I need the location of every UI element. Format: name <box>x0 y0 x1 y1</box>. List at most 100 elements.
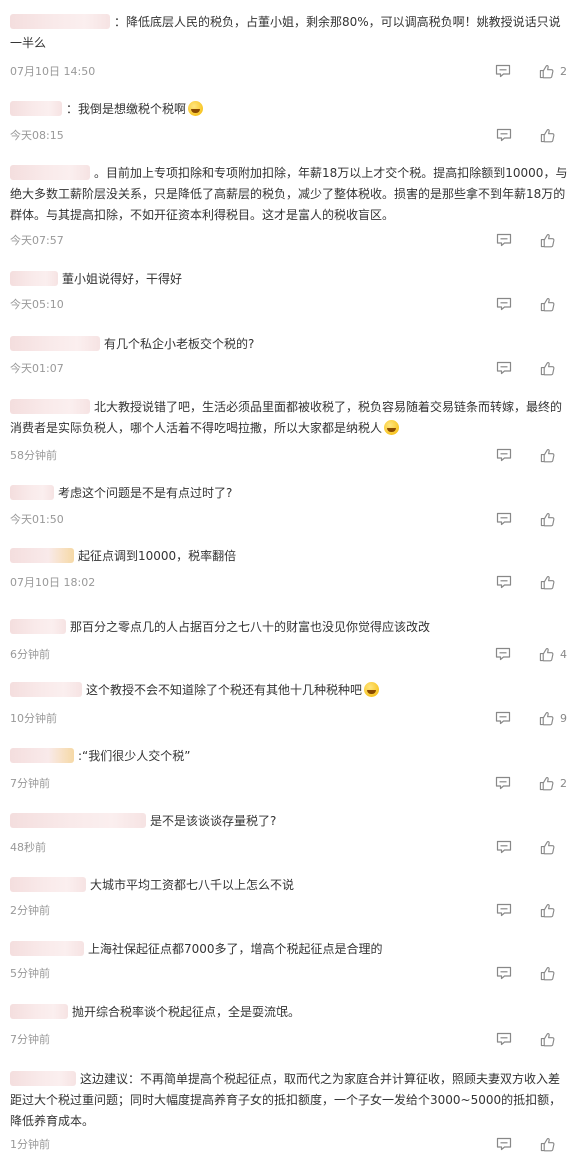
thumbs-up-icon <box>540 840 555 855</box>
comment-time: 10分钟前 <box>10 712 57 725</box>
comment-body: 北大教授说错了吧，生活必须品里面都被收税了，税负容易随着交易链条而转嫁，最终的消… <box>10 400 563 435</box>
comment-body: 上海社保起征点都7000多了，增高个税起征点是合理的 <box>88 942 383 956</box>
comment-time: 48秒前 <box>10 841 46 854</box>
like-button[interactable]: 2 <box>539 776 567 791</box>
comment-actions <box>496 359 567 377</box>
username-blurred[interactable] <box>10 941 84 956</box>
comment-reply-icon[interactable] <box>495 64 511 78</box>
comment-time: 今天01:50 <box>10 513 64 526</box>
like-button[interactable] <box>540 512 567 527</box>
comment-actions <box>496 964 567 982</box>
comment-reply-icon[interactable] <box>495 711 511 725</box>
comment-reply-icon[interactable] <box>496 448 512 462</box>
username-blurred[interactable] <box>10 619 66 634</box>
thumbs-up-icon <box>540 233 555 248</box>
thumbs-up-icon <box>540 575 555 590</box>
username-blurred[interactable] <box>10 682 82 697</box>
username-blurred[interactable] <box>10 165 90 180</box>
comment-time: 7分钟前 <box>10 1033 50 1046</box>
comment-time: 07月10日 18:02 <box>10 576 96 589</box>
comment-time: 58分钟前 <box>10 449 57 462</box>
like-count: 2 <box>560 64 567 78</box>
comment-body: 这边建议：不再简单提高个税起征点，取而代之为家庭合并计算征收，照顾夫妻双方收入差… <box>10 1072 562 1128</box>
comment-text: :“我们很少人交个税” <box>10 746 568 767</box>
username-blurred[interactable] <box>10 271 58 286</box>
comment-body: 。目前加上专项扣除和专项附加扣除，年薪18万以上才交个税。提高扣除额到10000… <box>10 166 568 222</box>
like-button[interactable] <box>540 575 567 590</box>
comment-text: 。目前加上专项扣除和专项附加扣除，年薪18万以上才交个税。提高扣除额到10000… <box>10 163 568 226</box>
comment-body: 这个教授不会不知道除了个税还有其他十几种税种吧 <box>86 683 363 697</box>
comment-reply-icon[interactable] <box>496 361 512 375</box>
like-button[interactable] <box>540 966 567 981</box>
thumbs-up-icon <box>540 128 555 143</box>
comment-body: 有几个私企小老板交个税的? <box>104 337 255 351</box>
comment-body: 那百分之零点几的人占据百分之七八十的财富也没见你觉得应该改改 <box>70 620 431 634</box>
like-button[interactable] <box>540 297 567 312</box>
comment-time: 07月10日 14:50 <box>10 65 96 78</box>
comment-reply-icon[interactable] <box>496 840 512 854</box>
comment-actions: 4 <box>495 645 567 663</box>
username-blurred[interactable] <box>10 336 100 351</box>
comment-actions: 2 <box>495 62 567 80</box>
comment-text: 是不是该谈谈存量税了? <box>10 811 568 832</box>
comment-reply-icon[interactable] <box>496 1032 512 1046</box>
comment-reply-icon[interactable] <box>496 297 512 311</box>
comment-reply-icon[interactable] <box>496 575 512 589</box>
username-blurred[interactable] <box>10 101 62 116</box>
comment-actions <box>496 295 567 313</box>
comment-text: 考虑这个问题是不是有点过时了? <box>10 483 568 504</box>
like-button[interactable]: 2 <box>539 64 567 79</box>
thumbs-up-icon <box>539 776 554 791</box>
comment-time: 今天05:10 <box>10 298 64 311</box>
comment-actions: 2 <box>495 774 567 792</box>
comment-body: 大城市平均工资都七八千以上怎么不说 <box>90 878 295 892</box>
like-button[interactable]: 4 <box>539 647 567 662</box>
thumbs-up-icon <box>540 1137 555 1152</box>
comment-text: 这个教授不会不知道除了个税还有其他十几种税种吧 <box>10 680 568 701</box>
comment-reply-icon[interactable] <box>495 776 511 790</box>
username-blurred[interactable] <box>10 485 54 500</box>
comment-time: 今天08:15 <box>10 129 64 142</box>
like-button[interactable] <box>540 448 567 463</box>
comment-reply-icon[interactable] <box>496 966 512 980</box>
username-blurred[interactable] <box>10 14 110 29</box>
comment-text: ：降低底层人民的税负，占董小姐，剩余那80%，可以调高税负啊！姚教授说话只说一半… <box>10 12 568 54</box>
username-blurred[interactable] <box>10 877 86 892</box>
like-button[interactable]: 9 <box>539 711 567 726</box>
like-button[interactable] <box>540 233 567 248</box>
comment-time: 今天07:57 <box>10 234 64 247</box>
comment-text: 董小姐说得好，干得好 <box>10 269 568 290</box>
thumbs-up-icon <box>540 297 555 312</box>
like-button[interactable] <box>540 361 567 376</box>
comment-reply-icon[interactable] <box>496 1137 512 1151</box>
comment-actions <box>496 901 567 919</box>
emoji-icon <box>188 101 204 116</box>
username-blurred[interactable] <box>10 548 74 563</box>
comment-reply-icon[interactable] <box>495 647 511 661</box>
username-blurred[interactable] <box>10 1004 68 1019</box>
username-blurred[interactable] <box>10 399 90 414</box>
comment-reply-icon[interactable] <box>496 233 512 247</box>
comment-reply-icon[interactable] <box>496 128 512 142</box>
username-blurred[interactable] <box>10 1071 76 1086</box>
comment-text: 上海社保起征点都7000多了，增高个税起征点是合理的 <box>10 939 568 960</box>
comment-text: 起征点调到10000，税率翻倍 <box>10 546 568 567</box>
username-blurred[interactable] <box>10 813 146 828</box>
like-button[interactable] <box>540 128 567 143</box>
thumbs-up-icon <box>540 966 555 981</box>
like-button[interactable] <box>540 840 567 855</box>
like-button[interactable] <box>540 1137 567 1152</box>
thumbs-up-icon <box>539 711 554 726</box>
like-count: 2 <box>560 776 567 790</box>
like-button[interactable] <box>540 903 567 918</box>
like-button[interactable] <box>540 1032 567 1047</box>
comment-reply-icon[interactable] <box>496 512 512 526</box>
comment-actions <box>496 1135 567 1153</box>
comment-text: 大城市平均工资都七八千以上怎么不说 <box>10 875 568 896</box>
comment-list: ：降低底层人民的税负，占董小姐，剩余那80%，可以调高税负啊！姚教授说话只说一半… <box>0 0 581 1164</box>
comment-actions <box>496 231 567 249</box>
thumbs-up-icon <box>540 512 555 527</box>
comment-body: 董小姐说得好，干得好 <box>62 272 183 286</box>
comment-reply-icon[interactable] <box>496 903 512 917</box>
username-blurred[interactable] <box>10 748 74 763</box>
